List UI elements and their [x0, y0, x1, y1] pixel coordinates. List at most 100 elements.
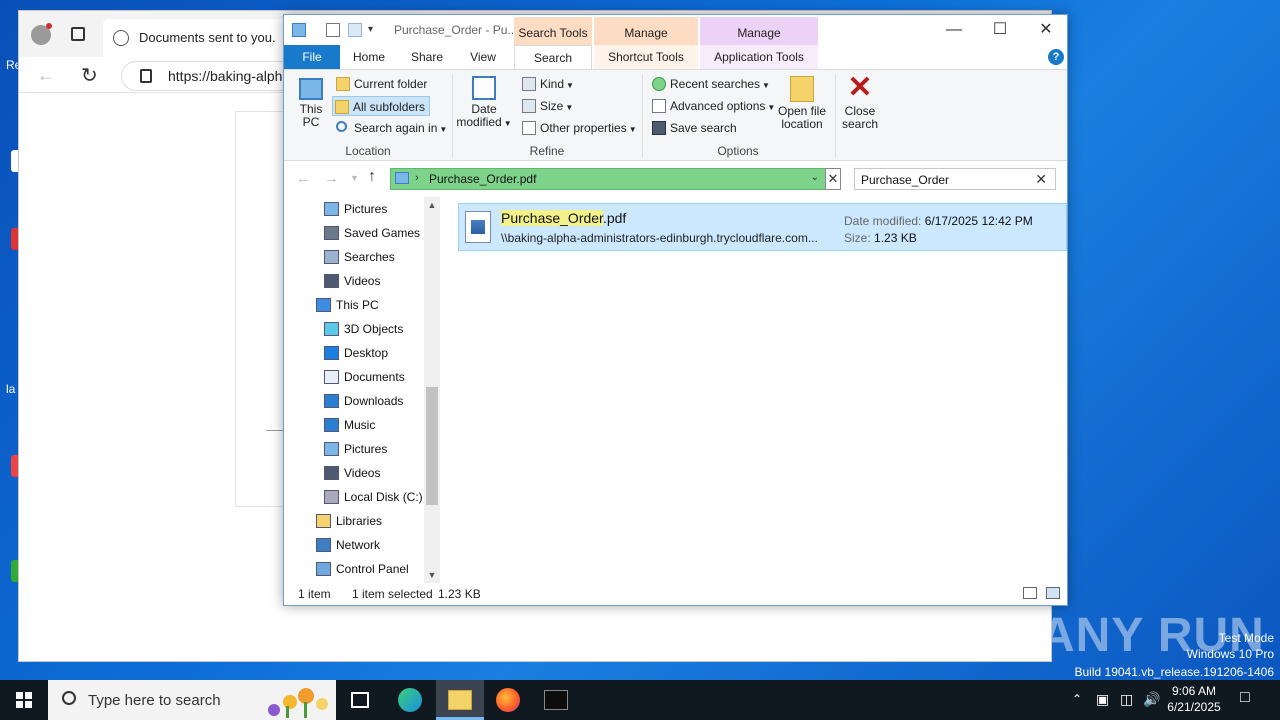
date-modified-button[interactable]: Date modified ▼ — [456, 74, 512, 130]
options-group-label: Options — [717, 144, 759, 158]
forward-arrow-icon[interactable]: → — [324, 170, 339, 187]
recent-searches-button[interactable]: Recent searches ▼ — [650, 74, 770, 94]
scroll-thumb[interactable] — [426, 387, 438, 505]
nav-item-local-disk-c[interactable]: Local Disk (C:) — [322, 485, 423, 509]
current-folder-button[interactable]: Current folder — [334, 74, 427, 94]
result-size: Size: 1.23 KB — [844, 231, 917, 245]
chevron-right-icon[interactable]: › — [415, 172, 419, 184]
nav-item-videos[interactable]: Videos — [322, 461, 380, 485]
search-result-item[interactable]: Purchase_Order.pdf \\baking-alpha-admini… — [458, 203, 1067, 251]
kind-icon — [522, 77, 536, 91]
reload-icon[interactable]: ↻ — [81, 63, 98, 88]
task-view-button[interactable] — [336, 680, 384, 720]
chevron-down-icon[interactable]: ⌄ — [811, 172, 819, 183]
tab-view[interactable]: View — [458, 45, 508, 69]
save-search-button[interactable]: Save search — [650, 118, 737, 138]
tab-search[interactable]: Search — [514, 45, 592, 70]
tab-actions-icon[interactable] — [71, 27, 85, 41]
tab-file[interactable]: File — [284, 45, 340, 69]
nav-item-label: Libraries — [336, 514, 383, 528]
all-subfolders-button[interactable]: All subfolders — [332, 96, 430, 116]
nav-item-control-panel[interactable]: Control Panel — [314, 557, 409, 577]
clock[interactable]: 9:06 AM 6/21/2025 — [1160, 683, 1228, 715]
volume-icon[interactable]: 🔊 — [1143, 691, 1160, 708]
downloads-icon — [324, 394, 339, 408]
large-icons-view-icon[interactable] — [1046, 587, 1060, 599]
desktop-text-fragment: la — [6, 382, 16, 396]
start-button[interactable] — [0, 680, 48, 720]
stop-search-button[interactable]: ✕ — [825, 168, 841, 190]
url-text: https://baking-alph — [168, 68, 283, 84]
properties-icon[interactable] — [326, 23, 340, 37]
nav-item-this-pc[interactable]: This PC — [314, 293, 379, 317]
taskbar-search-box[interactable]: Type here to search — [48, 680, 336, 720]
dropdown-caret-icon: ▼ — [566, 81, 574, 90]
open-file-location-label: Open file location — [777, 104, 827, 131]
tab-home[interactable]: Home — [344, 45, 394, 69]
nav-item-videos[interactable]: Videos — [322, 269, 380, 293]
this-pc-button[interactable]: This PC — [292, 74, 330, 129]
quick-access-dropdown-icon[interactable]: ▾ — [368, 23, 382, 37]
close-search-icon: ✕ — [847, 71, 873, 104]
nav-item-label: Downloads — [344, 394, 404, 408]
search-again-in-button[interactable]: Search again in ▼ — [334, 118, 447, 138]
tab-application-tools[interactable]: Application Tools — [700, 45, 818, 69]
search-field[interactable]: Purchase_Order ✕ — [854, 168, 1056, 190]
this-pc-icon — [316, 298, 331, 312]
firefox-button[interactable] — [484, 680, 532, 720]
tab-share[interactable]: Share — [402, 45, 452, 69]
close-button[interactable]: ✕ — [1023, 15, 1069, 45]
nav-item-searches[interactable]: Searches — [322, 245, 395, 269]
details-view-icon[interactable] — [1023, 587, 1037, 599]
terminal-button[interactable] — [532, 680, 580, 720]
watermark-line: Windows 10 Pro — [1186, 647, 1274, 661]
back-arrow-icon[interactable]: ← — [37, 65, 55, 86]
minimize-button[interactable]: — — [931, 15, 977, 45]
help-icon[interactable]: ? — [1048, 49, 1064, 65]
nav-item-desktop[interactable]: Desktop — [322, 341, 388, 365]
title-bar[interactable]: ▾ Purchase_Order - Pu... Search Tools Ma… — [284, 15, 1067, 45]
network-icon[interactable]: ◫ — [1120, 691, 1133, 708]
notifications-icon[interactable]: □ — [1240, 689, 1250, 707]
clear-search-icon[interactable]: ✕ — [1035, 171, 1047, 188]
nav-item-pictures[interactable]: Pictures — [322, 197, 387, 221]
back-arrow-icon[interactable]: ← — [296, 170, 311, 187]
manage-shortcut-header: Manage — [594, 17, 698, 45]
nav-item-3d-objects[interactable]: 3D Objects — [322, 317, 403, 341]
nav-item-downloads[interactable]: Downloads — [322, 389, 403, 413]
nav-item-pictures[interactable]: Pictures — [322, 437, 387, 461]
nav-item-label: Documents — [344, 370, 405, 384]
recent-locations-icon[interactable]: ▼ — [350, 173, 359, 183]
address-path: Purchase_Order.pdf — [429, 172, 537, 186]
folder-icon — [336, 77, 350, 91]
notification-dot — [46, 23, 52, 29]
nav-item-documents[interactable]: Documents — [322, 365, 405, 389]
location-group-label: Location — [345, 144, 391, 158]
scroll-down-icon[interactable]: ▼ — [424, 567, 440, 583]
dropdown-caret-icon: ▼ — [762, 81, 770, 90]
close-search-button[interactable]: ✕ Close search — [840, 71, 880, 131]
file-explorer-taskbar-button[interactable] — [436, 680, 484, 720]
kind-button[interactable]: Kind ▼ — [520, 74, 574, 94]
nav-item-libraries[interactable]: Libraries — [314, 509, 382, 533]
nav-item-music[interactable]: Music — [322, 413, 375, 437]
nav-item-network[interactable]: Network — [314, 533, 380, 557]
tab-shortcut-tools[interactable]: Shortcut Tools — [594, 45, 698, 69]
browser-tab[interactable]: Documents sent to you. — [103, 19, 303, 57]
nav-scrollbar[interactable]: ▲ ▼ — [424, 197, 440, 583]
result-file-name: Purchase_Order.pdf — [501, 210, 626, 226]
size-button[interactable]: Size ▼ — [520, 96, 573, 116]
nav-item-saved-games[interactable]: Saved Games — [322, 221, 420, 245]
network-drive-icon[interactable]: ▣ — [1096, 691, 1109, 708]
advanced-options-icon — [652, 99, 666, 113]
up-arrow-icon[interactable]: ↑ — [368, 168, 376, 186]
other-properties-button[interactable]: Other properties ▼ — [520, 118, 637, 138]
scroll-up-icon[interactable]: ▲ — [424, 197, 440, 213]
open-file-location-button[interactable]: Open file location — [774, 74, 830, 131]
new-folder-icon[interactable] — [348, 23, 362, 37]
address-bar[interactable]: › Purchase_Order.pdf ⌄ — [390, 168, 826, 190]
edge-button[interactable] — [386, 680, 434, 720]
advanced-options-button[interactable]: Advanced options ▼ — [650, 96, 775, 116]
maximize-button[interactable]: ☐ — [977, 15, 1023, 45]
chevron-up-icon[interactable]: ⌃ — [1072, 692, 1082, 706]
